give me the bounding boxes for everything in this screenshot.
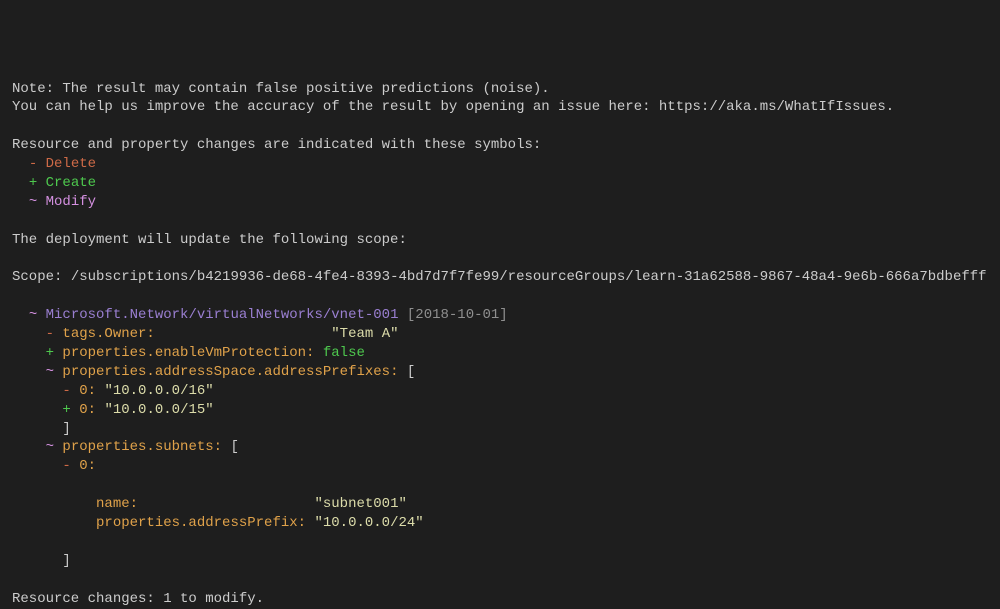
resource-modify-sym: ~ [29,307,37,323]
delete-sym: - [46,326,54,342]
subnet-addr-key: properties.addressPrefix: [96,515,306,531]
legend-modify: Modify [46,194,96,210]
old-prefix: "10.0.0.0/16" [104,383,213,399]
improve-line: You can help us improve the accuracy of … [12,99,894,115]
create-sym-2: + [62,402,70,418]
scope-value: /subscriptions/b4219936-de68-4fe4-8393-4… [71,269,987,285]
modify-sym: ~ [46,364,54,380]
scope-label: Scope: [12,269,71,285]
legend-create: Create [46,175,96,191]
modify-sym-2: ~ [46,439,54,455]
legend-delete: Delete [46,156,96,172]
subnet-name-key: name: [96,496,138,512]
api-version: [2018-10-01] [407,307,508,323]
tags-owner-key: tags.Owner: [62,326,154,342]
note-line: Note: The result may contain false posit… [12,81,550,97]
subnets-key: properties.subnets: [62,439,222,455]
legend-intro: Resource and property changes are indica… [12,137,541,153]
subnet-name-val: "subnet001" [314,496,406,512]
legend-create-sym: + [29,175,37,191]
idx0-subnet: 0: [79,458,96,474]
bracket-open-2: [ [230,439,238,455]
legend-delete-sym: - [29,156,37,172]
delete-sym-3: - [62,458,70,474]
new-prefix: "10.0.0.0/15" [104,402,213,418]
bracket-close: ] [62,421,70,437]
delete-sym-2: - [62,383,70,399]
tags-owner-val: "Team A" [331,326,398,342]
subnet-addr-val: "10.0.0.0/24" [314,515,423,531]
create-sym: + [46,345,54,361]
bracket-open: [ [407,364,415,380]
bracket-close-2: ] [62,553,70,569]
resource-type: Microsoft.Network/virtualNetworks/vnet-0… [46,307,399,323]
summary-line: Resource changes: 1 to modify. [12,591,264,607]
idx0-old-key: 0: [79,383,96,399]
idx0-new-key: 0: [79,402,96,418]
addr-prefixes-key: properties.addressSpace.addressPrefixes: [62,364,398,380]
scope-intro: The deployment will update the following… [12,232,407,248]
legend-modify-sym: ~ [29,194,37,210]
enable-vm-val: false [323,345,365,361]
enable-vm-key: properties.enableVmProtection: [62,345,314,361]
